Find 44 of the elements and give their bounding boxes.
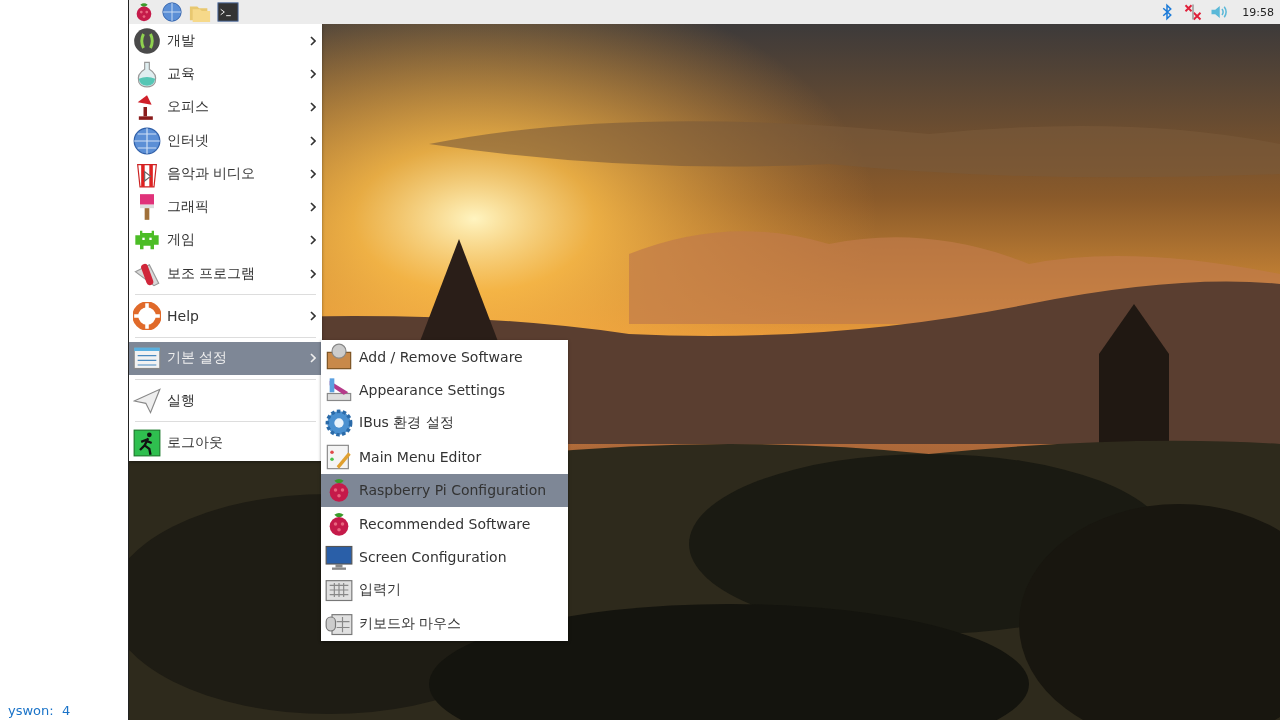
globe-icon[interactable] xyxy=(161,1,183,23)
menu-item[interactable]: Main Menu Editor xyxy=(321,440,568,474)
monitor-icon xyxy=(325,543,353,572)
menu-item[interactable]: 교육 xyxy=(129,57,322,91)
clock[interactable]: 19:58 xyxy=(1242,5,1274,19)
menu-item[interactable]: Appearance Settings xyxy=(321,373,568,407)
menu-item[interactable]: 입력기 xyxy=(321,573,568,608)
globe-icon xyxy=(133,126,161,155)
menu-item[interactable]: 키보드와 마우스 xyxy=(321,607,568,641)
menu-item[interactable]: 게임 xyxy=(129,223,322,258)
menu-item[interactable]: 오피스 xyxy=(129,90,322,124)
menu-item[interactable]: 음악과 비디오 xyxy=(129,157,322,191)
chevron-icon xyxy=(310,135,316,146)
menu-item[interactable]: Screen Configuration xyxy=(321,540,568,574)
menu-item[interactable]: 그래픽 xyxy=(129,190,322,224)
menu-item[interactable]: 보조 프로그램 xyxy=(129,257,322,291)
chevron-icon xyxy=(310,35,316,46)
software-box-icon xyxy=(325,342,353,371)
chevron-icon xyxy=(310,311,316,321)
chevron-icon xyxy=(310,102,316,113)
chevron-icon xyxy=(310,268,316,279)
running-man-icon xyxy=(133,428,161,457)
chevron-icon xyxy=(310,353,316,364)
code-icon xyxy=(133,26,161,55)
menu-item[interactable]: Raspberry Pi Configuration xyxy=(321,473,568,507)
chevron-icon xyxy=(310,202,316,213)
chevron-icon xyxy=(310,168,316,179)
menu-item[interactable]: 인터넷 xyxy=(129,123,322,158)
network-disconnected-icon[interactable] xyxy=(1184,3,1203,21)
gear-icon xyxy=(325,409,353,438)
menu-item[interactable]: Help xyxy=(129,299,322,333)
menu-item[interactable]: 실행 xyxy=(129,383,322,418)
menu-item[interactable]: 개발 xyxy=(129,24,322,58)
chevron-icon xyxy=(310,68,316,79)
menu-item[interactable]: Add / Remove Software xyxy=(321,340,568,374)
lifebuoy-icon xyxy=(133,302,161,330)
paper-plane-icon xyxy=(133,386,161,415)
menu-item[interactable]: IBus 환경 설정 xyxy=(321,406,568,441)
user-count-label: yswon: 4 xyxy=(7,703,71,720)
chevron-icon xyxy=(310,235,316,246)
terminal-icon[interactable] xyxy=(217,1,239,23)
menu-editor-icon xyxy=(325,442,353,471)
menu-item[interactable]: Recommended Software xyxy=(321,506,568,541)
menu-item[interactable]: 로그아웃 xyxy=(129,426,322,460)
